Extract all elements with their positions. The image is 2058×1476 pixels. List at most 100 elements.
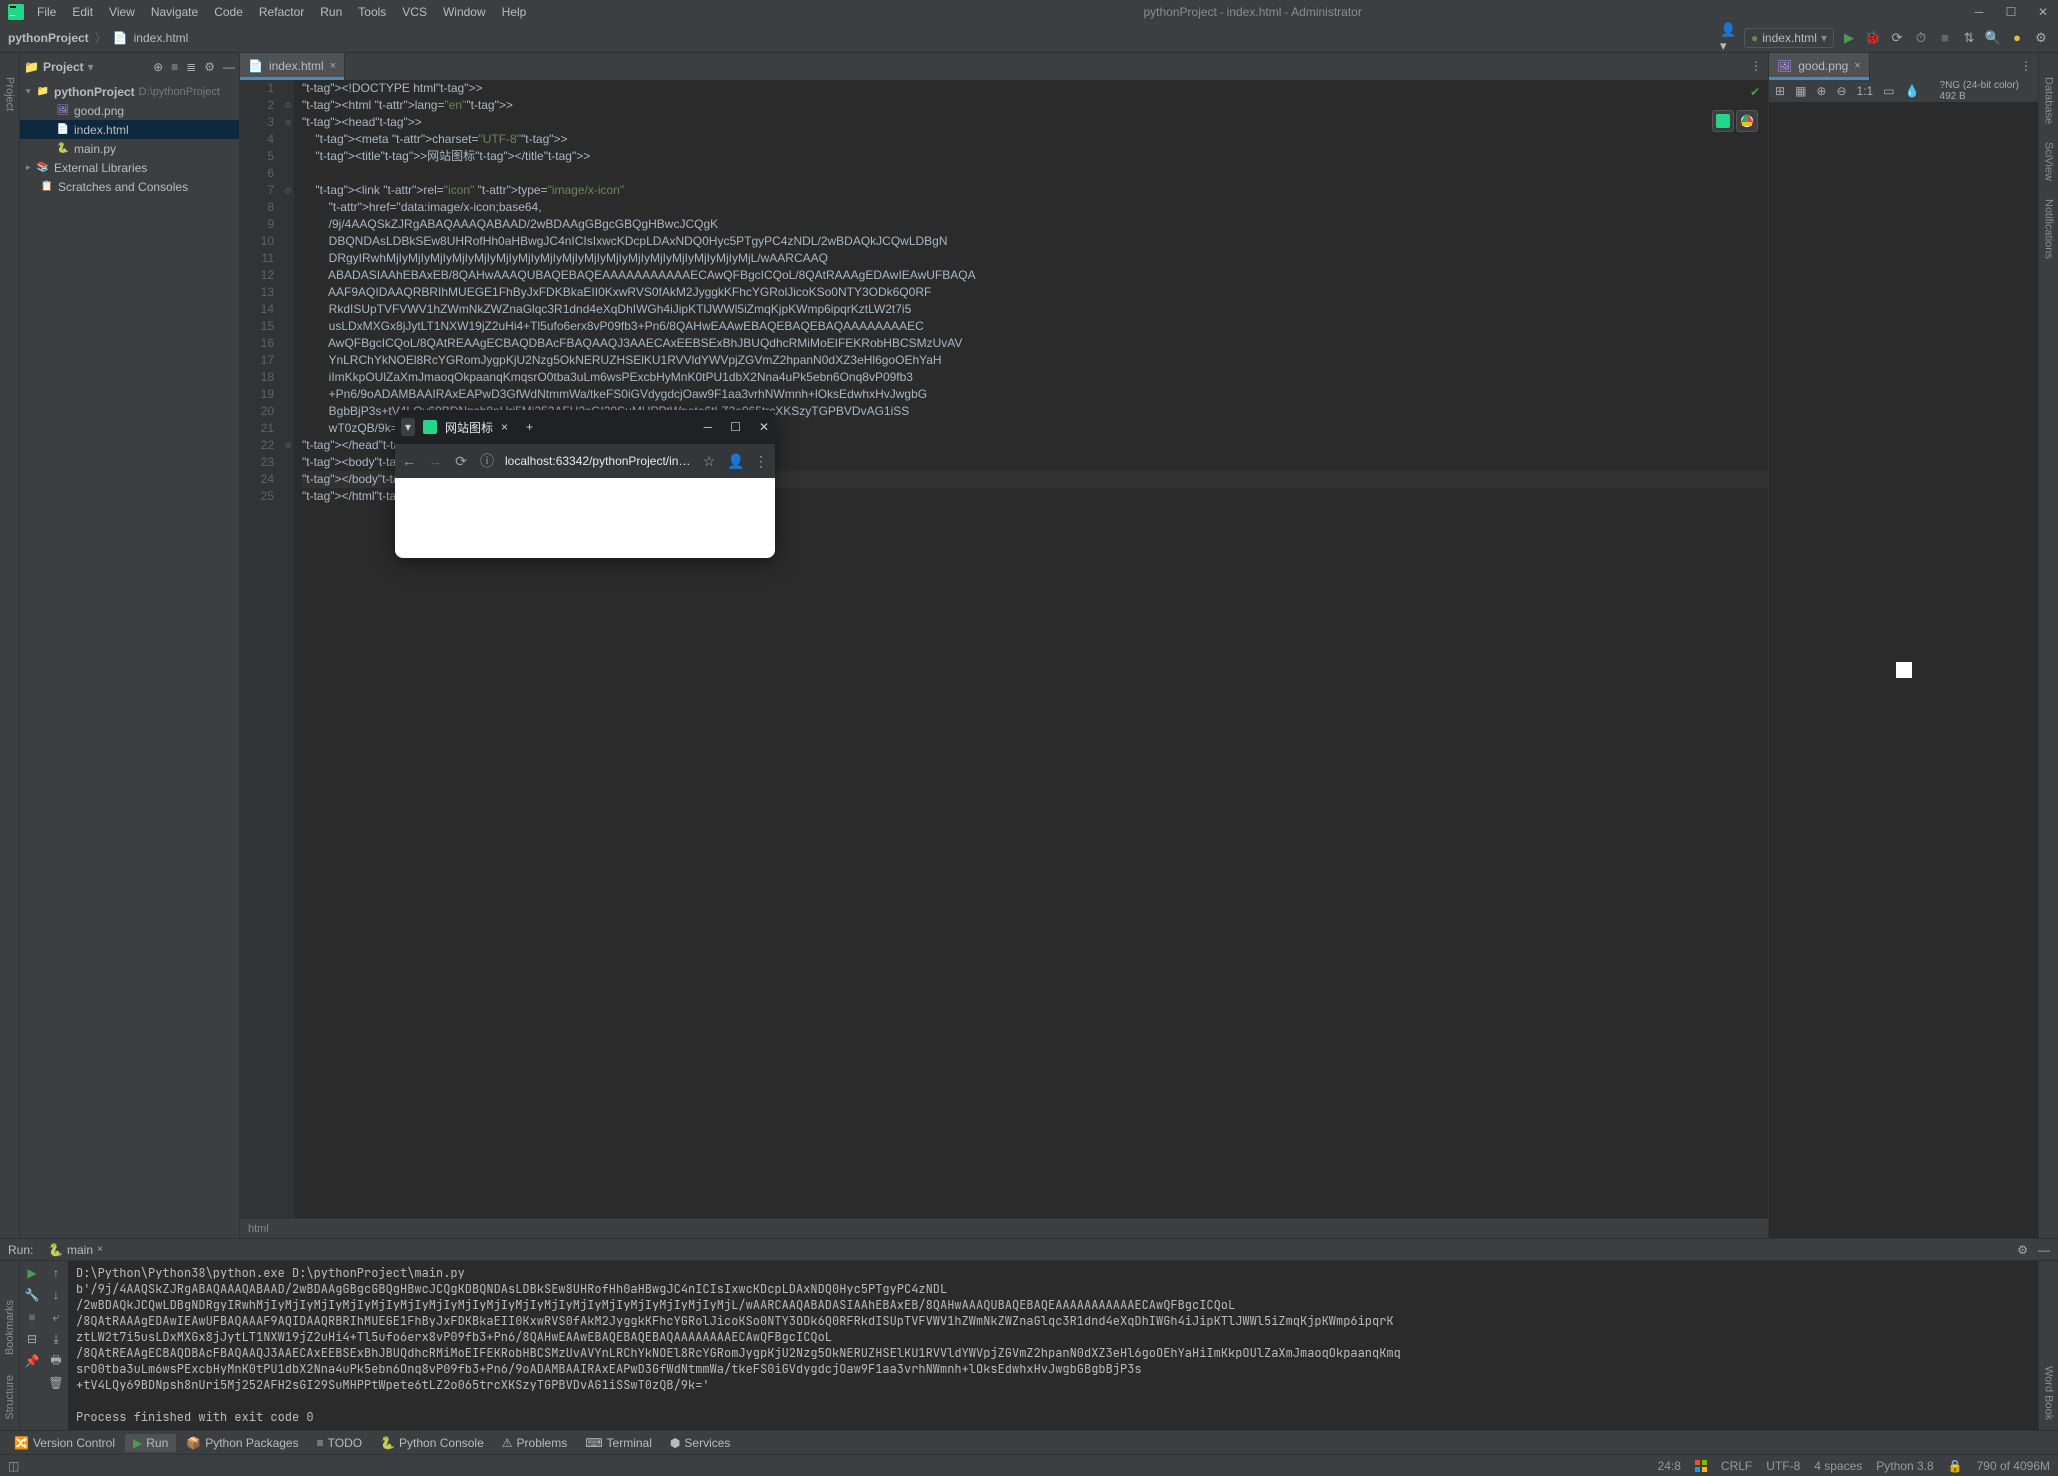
debug-icon[interactable]: 🐞 (1864, 29, 1882, 47)
tab-close-icon[interactable]: × (330, 60, 336, 72)
run-tab-main[interactable]: 🐍main× (40, 1242, 111, 1258)
line-sep[interactable]: CRLF (1721, 1459, 1752, 1473)
profile-icon[interactable]: ⏱ (1912, 29, 1930, 47)
tree-ext-libs[interactable]: ▸📚External Libraries (20, 158, 239, 177)
dropdown-icon[interactable]: ▾ (401, 418, 415, 436)
python-console-button[interactable]: 🐍Python Console (372, 1434, 492, 1452)
reload-icon[interactable]: ⟳ (453, 453, 469, 470)
browser-close-icon[interactable]: ✕ (759, 420, 769, 434)
target-icon[interactable]: ⊕ (153, 60, 163, 74)
ms-icon[interactable] (1695, 1460, 1707, 1472)
down-icon[interactable]: ↓ (48, 1287, 64, 1303)
checker-icon[interactable]: ▦ (1795, 84, 1806, 98)
zoom-in-icon[interactable]: ⊕ (1816, 84, 1826, 98)
tree-root[interactable]: ▾📁pythonProjectD:\pythonProject (20, 82, 239, 101)
memory[interactable]: 790 of 4096M (1977, 1459, 2050, 1473)
database-toolwindow-button[interactable]: Database (2043, 77, 2055, 124)
version-control-button[interactable]: 🔀Version Control (6, 1434, 123, 1452)
settings-icon[interactable]: ⚙ (204, 60, 215, 74)
expand-icon[interactable]: ≡ (171, 60, 178, 74)
rerun-icon[interactable]: ▶ (24, 1265, 40, 1281)
tab-close-icon[interactable]: × (1854, 60, 1860, 72)
menu-help[interactable]: Help (495, 2, 534, 22)
menu-run[interactable]: Run (313, 2, 349, 22)
inspection-ok-icon[interactable]: ✔ (1750, 84, 1760, 101)
lock-icon[interactable]: 🔒 (1948, 1459, 1963, 1473)
menu-view[interactable]: View (102, 2, 142, 22)
color-picker-icon[interactable]: 💧 (1905, 84, 1920, 98)
address-field[interactable]: localhost:63342/pythonProject/index.html… (505, 454, 691, 468)
editor-breadcrumb[interactable]: html (240, 1218, 1768, 1238)
fit-icon[interactable]: ▭ (1883, 84, 1894, 98)
stop-icon[interactable]: ■ (1936, 29, 1954, 47)
tip-icon[interactable]: ● (2008, 29, 2026, 47)
run-icon[interactable]: ▶ (1840, 29, 1858, 47)
pin-icon[interactable]: 📌 (24, 1353, 40, 1369)
notifications-toolwindow-button[interactable]: Notifications (2043, 199, 2055, 259)
up-icon[interactable]: ↑ (48, 1265, 64, 1281)
image-viewport[interactable] (1769, 102, 2038, 1238)
wordbook-button[interactable]: Word Book (2043, 1366, 2055, 1420)
zoom-out-icon[interactable]: ⊖ (1836, 84, 1846, 98)
git-icon[interactable]: ⇅ (1960, 29, 1978, 47)
tree-item-main[interactable]: 🐍main.py (20, 139, 239, 158)
add-user-icon[interactable]: 👤▾ (1720, 29, 1738, 47)
todo-button[interactable]: ≡TODO (309, 1434, 370, 1452)
wrap-icon[interactable]: ⤶ (48, 1309, 64, 1325)
tab-options-icon[interactable]: ⋮ (1750, 59, 1762, 73)
coverage-icon[interactable]: ⟳ (1888, 29, 1906, 47)
structure-button[interactable]: Structure (4, 1375, 16, 1420)
tree-scratches[interactable]: 📋Scratches and Consoles (20, 177, 239, 196)
menu-file[interactable]: File (30, 2, 63, 22)
chrome-browser-icon[interactable] (1736, 110, 1758, 132)
run-hide-icon[interactable]: — (2038, 1243, 2050, 1257)
run-toolwindow-button[interactable]: ▶Run (125, 1434, 176, 1452)
browser-max-icon[interactable]: ☐ (730, 420, 741, 434)
stop-run-icon[interactable]: ■ (24, 1309, 40, 1325)
grid-icon[interactable]: ⊞ (1775, 84, 1785, 98)
forward-icon[interactable]: → (427, 453, 443, 469)
layout-icon[interactable]: ⊟ (24, 1331, 40, 1347)
bookmarks-button[interactable]: Bookmarks (4, 1300, 16, 1355)
menu-tools[interactable]: Tools (351, 2, 393, 22)
python-packages-button[interactable]: 📦Python Packages (178, 1434, 306, 1452)
menu-refactor[interactable]: Refactor (252, 2, 311, 22)
site-info-icon[interactable]: ⓘ (479, 451, 495, 471)
browser-window[interactable]: ▾ 网站图标 × + ─ ☐ ✕ ← → ⟳ ⓘ localhost:63342… (395, 410, 775, 558)
menu-edit[interactable]: Edit (65, 2, 100, 22)
tab-index[interactable]: 📄index.html× (240, 53, 345, 80)
ide-browser-icon[interactable] (1712, 110, 1734, 132)
terminal-button[interactable]: ⌨Terminal (577, 1434, 660, 1452)
menu-code[interactable]: Code (207, 2, 250, 22)
tool-icon[interactable]: 🔧 (24, 1287, 40, 1303)
menu-vcs[interactable]: VCS (395, 2, 434, 22)
breadcrumb[interactable]: pythonProject 〉 📄index.html (8, 29, 188, 46)
star-icon[interactable]: ☆ (701, 453, 717, 470)
browser-min-icon[interactable]: ─ (704, 420, 713, 434)
profile-icon[interactable]: 👤 (727, 453, 743, 470)
toolwindows-icon[interactable]: ◫ (8, 1459, 19, 1473)
back-icon[interactable]: ← (401, 453, 417, 469)
tab-good-png[interactable]: 🖼good.png× (1769, 53, 1870, 80)
tree-item-good[interactable]: 🖼good.png (20, 101, 239, 120)
minimize-icon[interactable]: ─ (1972, 5, 1986, 19)
encoding[interactable]: UTF-8 (1766, 1459, 1800, 1473)
menu-navigate[interactable]: Navigate (144, 2, 205, 22)
close-icon[interactable]: ✕ (2036, 5, 2050, 19)
console-output[interactable]: D:\Python\Python38\python.exe D:\pythonP… (68, 1261, 2038, 1430)
tree-item-index[interactable]: 📄index.html (20, 120, 239, 139)
run-config-selector[interactable]: ●index.html▾ (1744, 28, 1834, 48)
scroll-icon[interactable]: ⤓ (48, 1331, 64, 1347)
hide-icon[interactable]: — (223, 60, 235, 74)
browser-menu-icon[interactable]: ⋮ (753, 453, 769, 470)
maximize-icon[interactable]: ☐ (2004, 5, 2018, 19)
menu-window[interactable]: Window (436, 2, 493, 22)
sciview-toolwindow-button[interactable]: SciView (2043, 142, 2055, 181)
trash-icon[interactable]: 🗑 (48, 1375, 64, 1391)
sdk[interactable]: Python 3.8 (1876, 1459, 1933, 1473)
collapse-icon[interactable]: ≣ (186, 60, 196, 74)
problems-button[interactable]: ⚠Problems (494, 1434, 575, 1452)
gear-icon[interactable]: ⚙ (2032, 29, 2050, 47)
project-toolwindow-button[interactable]: Project (4, 77, 16, 111)
search-icon[interactable]: 🔍 (1984, 29, 2002, 47)
